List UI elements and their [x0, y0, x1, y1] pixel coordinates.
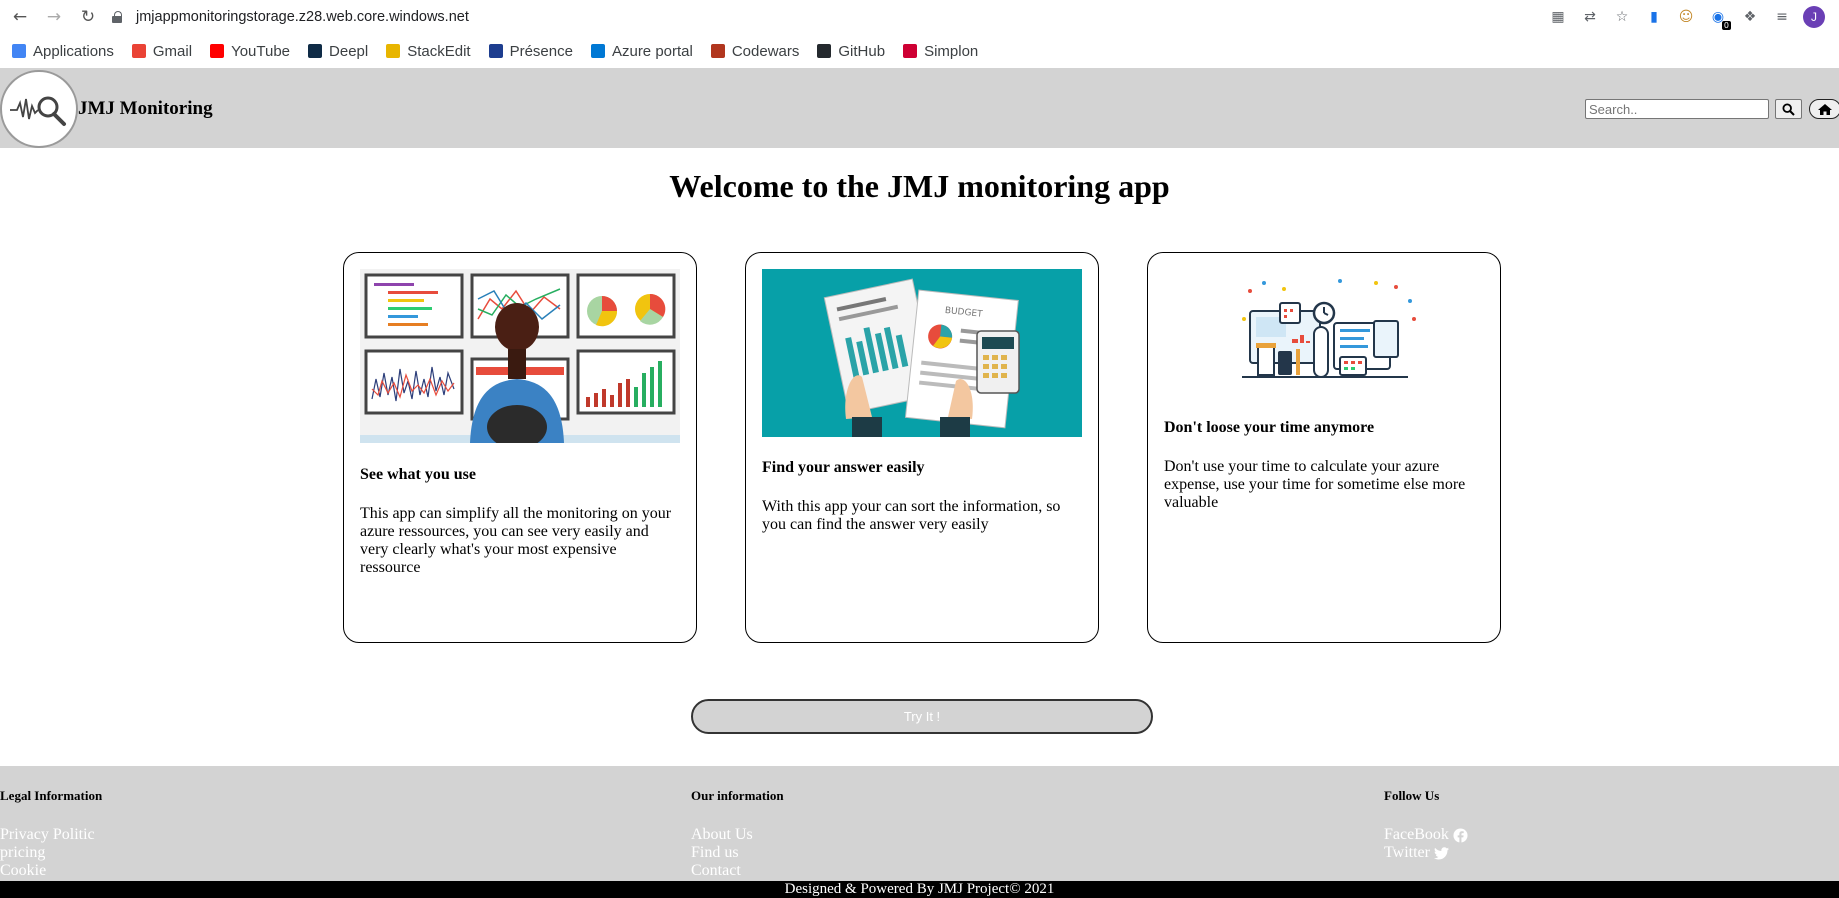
bookmark-simplon[interactable]: Simplon — [903, 43, 978, 60]
azure-icon — [590, 44, 605, 58]
bookmark-pr-sence[interactable]: Présence — [488, 42, 573, 60]
stackedit-icon — [386, 44, 401, 58]
card-description: This app can simplify all the monitoring… — [360, 505, 672, 576]
bookmark-label: YouTube — [231, 42, 291, 60]
bookmark-deepl[interactable]: Deepl — [308, 43, 368, 60]
app-title: JMJ Monitoring — [78, 98, 213, 119]
bookmark-label: GitHub — [838, 42, 886, 60]
search-button[interactable] — [1775, 99, 1802, 119]
forward-icon[interactable]: → — [40, 3, 68, 31]
footer-link-twitter-label: Twitter — [1384, 844, 1430, 861]
footer-link-cookie[interactable]: Cookie — [0, 862, 46, 880]
home-icon — [1818, 103, 1832, 115]
bookmark-label: Codewars — [731, 42, 800, 60]
search-input[interactable] — [1585, 99, 1769, 119]
footer-link-twitter[interactable]: Twitter — [1384, 844, 1449, 862]
search-icon — [1782, 102, 1795, 116]
presence-icon — [488, 44, 503, 58]
back-icon[interactable]: ← — [6, 3, 34, 31]
bookmark-youtube[interactable]: YouTube — [210, 43, 290, 60]
bookmark-label: Simplon — [924, 42, 979, 60]
lock-icon — [112, 11, 122, 23]
gmail-icon — [131, 44, 146, 58]
bookmark-stackedit[interactable]: StackEdit — [386, 42, 471, 60]
codewars-icon — [710, 44, 725, 58]
card-title: See what you use — [360, 466, 477, 483]
bookmark-azure-portal[interactable]: Azure portal — [590, 42, 693, 60]
footer-heading-info: Our information — [691, 788, 784, 803]
bookmark-applications[interactable]: Applications — [12, 43, 114, 60]
footer-heading-legal: Legal Information — [0, 788, 103, 803]
footer-link-contact[interactable]: Contact — [691, 862, 741, 880]
footer-link-facebook[interactable]: FaceBook — [1384, 826, 1468, 844]
qr-code-icon[interactable]: ▦ — [1547, 6, 1569, 28]
footer-heading-follow: Follow Us — [1384, 788, 1440, 803]
bookmark-label: Gmail — [152, 42, 193, 60]
try-it-button[interactable]: Try It ! — [691, 699, 1153, 734]
reload-icon[interactable]: ↻ — [74, 3, 102, 31]
card-description: With this app your can sort the informat… — [762, 498, 1061, 533]
footer-link-privacy[interactable]: Privacy Politic — [0, 826, 95, 844]
extension-face-icon[interactable]: ☺ — [1675, 6, 1697, 28]
feature-card-time: Don't loose your time anymore Don't use … — [1147, 252, 1501, 643]
github-icon — [817, 44, 832, 58]
footer-link-pricing[interactable]: pricing — [0, 844, 45, 862]
url-text: jmjappmonitoringstorage.z28.web.core.win… — [136, 9, 469, 25]
copyright-bar: Designed & Powered By JMJ Project© 2021 — [0, 881, 1839, 898]
apps-grid-icon — [12, 44, 26, 58]
feature-card-search: BUDGET Find your answer easily With this… — [745, 252, 1099, 643]
bookmark-label: StackEdit — [407, 42, 471, 60]
address-bar[interactable]: jmjappmonitoringstorage.z28.web.core.win… — [112, 6, 469, 28]
bookmark-label: Azure portal — [611, 42, 693, 60]
reading-list-icon[interactable]: ≡ — [1771, 6, 1793, 28]
extension-bars-icon[interactable]: ▮ — [1643, 6, 1665, 28]
home-button[interactable] — [1809, 99, 1839, 119]
bookmark-gmail[interactable]: Gmail — [131, 42, 193, 60]
youtube-icon — [210, 44, 225, 58]
bookmarks-bar: Applications Gmail YouTube Deepl StackEdit Pr… — [0, 34, 1839, 68]
puzzle-icon[interactable]: ❖ — [1739, 6, 1761, 28]
bookmark-codewars[interactable]: Codewars — [710, 42, 800, 60]
feature-card-monitoring: See what you use This app can simplify a… — [343, 252, 697, 643]
page-title: Welcome to the JMJ monitoring app — [669, 168, 1170, 204]
monitoring-dashboard-illustration — [360, 269, 680, 443]
twitter-icon — [1433, 846, 1449, 859]
simplon-icon — [903, 44, 918, 58]
footer: Legal Information Privacy Politic pricin… — [0, 766, 1839, 881]
facebook-icon — [1453, 827, 1468, 843]
footer-link-about[interactable]: About Us — [691, 826, 753, 844]
bookmark-label: Deepl — [329, 42, 369, 60]
deepl-icon — [308, 44, 323, 58]
extension-counter-icon[interactable]: ◉ 0 — [1707, 6, 1731, 30]
bookmark-label: Applications — [33, 42, 114, 60]
heartbeat-magnifier-icon[interactable] — [0, 70, 78, 148]
budget-documents-illustration: BUDGET — [762, 269, 1082, 437]
card-title: Find your answer easily — [762, 459, 925, 476]
bookmark-star-icon[interactable]: ☆ — [1611, 6, 1633, 28]
extension-badge: 0 — [1721, 21, 1731, 30]
translate-icon[interactable]: ⇄ — [1579, 6, 1601, 28]
office-tools-illustration — [1164, 269, 1484, 395]
footer-link-find-us[interactable]: Find us — [691, 844, 739, 862]
browser-toolbar: ← → ↻ jmjappmonitoringstorage.z28.web.co… — [0, 0, 1839, 34]
app-header: JMJ Monitoring — [0, 68, 1839, 148]
card-title: Don't loose your time anymore — [1164, 419, 1375, 436]
bookmark-github[interactable]: GitHub — [817, 43, 885, 60]
footer-link-facebook-label: FaceBook — [1384, 826, 1449, 843]
bookmark-label: Présence — [509, 42, 573, 60]
profile-avatar[interactable]: J — [1803, 6, 1825, 28]
card-description: Don't use your time to calculate your az… — [1164, 458, 1466, 511]
